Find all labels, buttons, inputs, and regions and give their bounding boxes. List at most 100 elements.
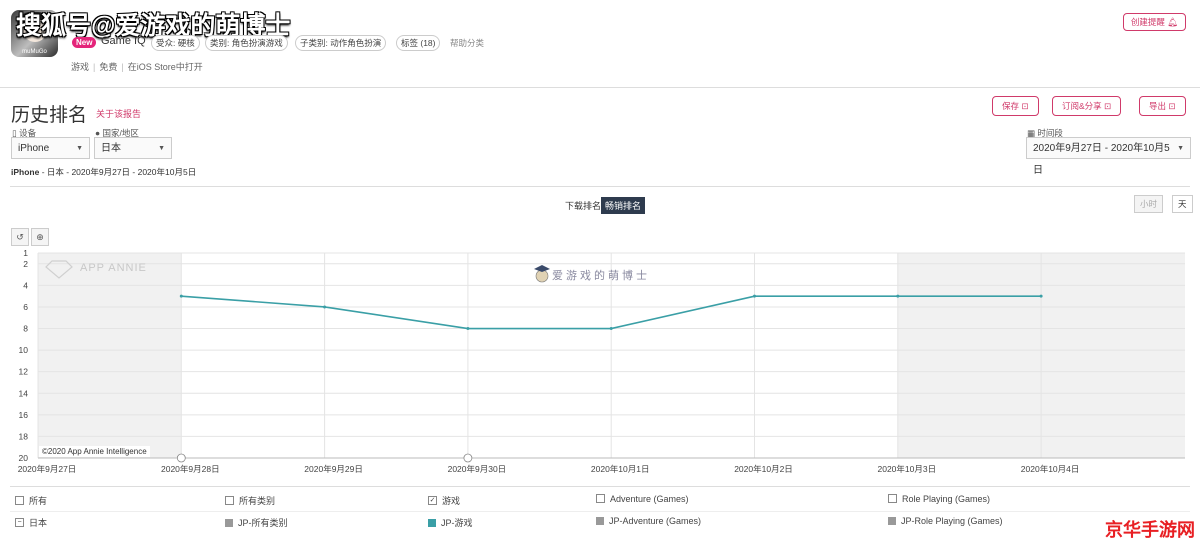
checkbox-icon[interactable]: [15, 496, 24, 506]
page-title: 历史排名: [11, 105, 88, 126]
data-point: [896, 294, 900, 298]
legend-row-series: − 日本 JP-所有类别 JP-游戏 JP-Adventure (Games) JP-Ro…: [10, 516, 1190, 530]
legend-label: 所有类别: [239, 496, 276, 506]
y-tick-label: 4: [23, 280, 28, 290]
divider: [0, 87, 1200, 88]
y-tick-label: 8: [23, 324, 28, 334]
legend-series-item[interactable]: JP-所有类别: [225, 516, 288, 529]
period-select[interactable]: 2020年9月27日 - 2020年10月5日 ▼: [1026, 137, 1191, 176]
mortarboard-icon: [534, 265, 550, 272]
x-tick-label: 2020年9月30日: [448, 464, 507, 474]
y-tick-label: 10: [19, 345, 29, 355]
app-icon-brand: muMuGo: [22, 49, 47, 55]
checkbox-icon[interactable]: [888, 494, 897, 504]
chart-shade-left: [38, 253, 182, 458]
new-badge: New: [72, 37, 97, 48]
legend-label: Role Playing (Games): [902, 494, 991, 504]
legend-series-item[interactable]: JP-游戏: [428, 516, 473, 529]
legend-checkbox-item[interactable]: Adventure (Games): [596, 494, 689, 504]
tag-subcategory[interactable]: 子类别: 动作角色扮演: [295, 35, 387, 51]
filter-summary: iPhone - 日本 - 2020年9月27日 - 2020年10月5日: [11, 167, 197, 177]
series-swatch[interactable]: [428, 518, 436, 527]
report-link[interactable]: 关于该报告: [96, 107, 141, 120]
publisher-link[interactable]: Game IQ: [101, 35, 146, 47]
checkbox-icon[interactable]: [225, 496, 234, 506]
tab-grossing-rank[interactable]: 畅销排名: [601, 197, 646, 214]
legend-checkbox-item[interactable]: ✓ 游戏: [428, 494, 460, 507]
x-tick-label: 2020年10月1日: [591, 464, 650, 474]
data-point: [466, 327, 470, 331]
author-watermark: 爱游戏的萌博士: [552, 268, 650, 282]
event-marker: [176, 453, 186, 463]
legend-series-item[interactable]: − 日本: [15, 516, 47, 529]
y-tick-label: 1: [23, 248, 28, 258]
legend-checkbox-item[interactable]: 所有类别: [225, 494, 275, 507]
y-tick-label: 18: [19, 431, 29, 441]
collapse-icon[interactable]: −: [15, 518, 24, 528]
x-tick-label: 2020年9月28日: [161, 464, 220, 474]
y-tick-label: 16: [19, 410, 29, 420]
series-swatch[interactable]: [888, 516, 896, 525]
lock-icon: ⊡: [1021, 101, 1029, 111]
caret-down-icon: ▼: [76, 145, 83, 152]
caret-down-icon: ▼: [1177, 145, 1184, 152]
legend-label: 所有: [29, 496, 48, 506]
x-tick-label: 2020年9月29日: [304, 464, 363, 474]
series-swatch[interactable]: [225, 518, 233, 527]
data-point: [323, 305, 327, 309]
rank-chart: 12 4 6 8 10 12 14 16 18 20 2020年9月27日 2020年9月28日 20…: [18, 248, 1185, 474]
legend-label: JP-Role Playing (Games): [901, 516, 1003, 526]
link-free[interactable]: 免费: [99, 62, 117, 72]
y-tick-label: 2: [23, 259, 28, 269]
legend-checkbox-item[interactable]: 所有: [15, 494, 47, 507]
y-tick-label: 20: [19, 453, 29, 463]
link-open-ios-store[interactable]: 在iOS Store中打开: [128, 62, 203, 72]
tag-category[interactable]: 类别: 角色扮演游戏: [205, 35, 288, 51]
divider: [10, 486, 1190, 487]
legend-label: JP-Adventure (Games): [609, 516, 702, 526]
tab-download-rank[interactable]: 下载排名: [563, 197, 603, 214]
series-swatch[interactable]: [596, 516, 604, 525]
app-annie-watermark: APP ANNIE: [80, 262, 147, 274]
checkbox-checked-icon[interactable]: ✓: [428, 496, 437, 506]
header-links: 游戏 | 免费 | 在iOS Store中打开: [71, 62, 203, 72]
legend-row-categories: 所有 所有类别 ✓ 游戏 Adventure (Games) Role Playing (…: [10, 494, 1190, 508]
data-point: [179, 294, 183, 298]
create-alert-button[interactable]: 创建提醒 🔔︎: [1122, 13, 1186, 31]
legend-series-item[interactable]: JP-Role Playing (Games): [888, 516, 1003, 526]
divider: [10, 511, 1190, 512]
device-select[interactable]: iPhone ▼: [11, 137, 90, 159]
zoom-icon[interactable]: ⊕: [31, 228, 49, 246]
bell-icon: 🔔︎: [1167, 17, 1178, 27]
y-tick-label: 6: [23, 302, 28, 312]
y-tick-label: 12: [19, 367, 29, 377]
tag-audience[interactable]: 受众: 硬核: [151, 35, 200, 51]
legend-label: JP-游戏: [441, 518, 473, 528]
x-tick-label: 2020年9月27日: [18, 464, 77, 474]
data-point: [1039, 294, 1043, 298]
reset-zoom-icon[interactable]: ↺: [11, 228, 29, 246]
x-tick-label: 2020年10月2日: [734, 464, 793, 474]
data-point: [609, 327, 613, 331]
legend-label: 日本: [29, 518, 48, 528]
legend-series-item[interactable]: JP-Adventure (Games): [596, 516, 701, 526]
country-select[interactable]: 日本 ▼: [94, 137, 172, 159]
save-button[interactable]: 保存 ⊡: [992, 96, 1039, 116]
data-point: [753, 294, 756, 298]
checkbox-icon[interactable]: [596, 494, 605, 504]
legend-checkbox-item[interactable]: Role Playing (Games): [888, 494, 990, 504]
divider: [10, 186, 1190, 187]
legend-label: Adventure (Games): [610, 494, 689, 504]
export-button[interactable]: 导出 ⊡: [1139, 96, 1186, 116]
subscribe-share-button[interactable]: 订阅&分享 ⊡: [1052, 96, 1122, 116]
lock-icon: ⊡: [1104, 101, 1112, 111]
granularity-day[interactable]: 天: [1172, 195, 1193, 213]
granularity-hour[interactable]: 小时: [1134, 195, 1164, 213]
copyright: ©2020 App Annie Intelligence: [39, 446, 150, 457]
tag-count[interactable]: 标签 (18): [396, 35, 441, 51]
help-category-link[interactable]: 帮助分类: [450, 37, 484, 49]
link-games[interactable]: 游戏: [71, 62, 89, 72]
lock-icon: ⊡: [1168, 101, 1176, 111]
event-marker: [463, 453, 473, 463]
legend-label: JP-所有类别: [238, 518, 288, 528]
